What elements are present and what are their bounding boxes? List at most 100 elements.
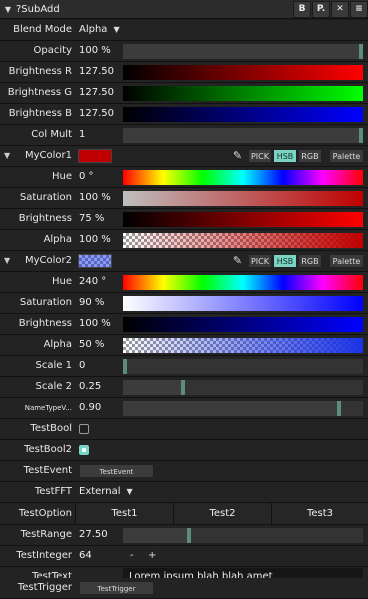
pick-mode-button[interactable]: PICK xyxy=(248,254,272,268)
close-button[interactable]: ✕ xyxy=(331,0,349,18)
test-event-row: TestEvent TestEvent xyxy=(0,461,368,482)
my-color-2-brightness-row: Brightness 100 % xyxy=(0,314,368,335)
my-color-2-label: MyColor2 xyxy=(24,255,72,266)
opacity-slider[interactable] xyxy=(123,44,363,59)
my-color-2-saturation-row: Saturation 90 % xyxy=(0,293,368,314)
scale-1-value: 0 xyxy=(79,360,86,371)
scale-1-row: Scale 1 0 xyxy=(0,356,368,377)
col-mult-value: 1 xyxy=(79,129,86,140)
brightness-g-slider[interactable] xyxy=(123,86,363,101)
test-range-value: 27.50 xyxy=(79,529,108,540)
brightness-r-slider[interactable] xyxy=(123,65,363,80)
pick-mode-button[interactable]: PICK xyxy=(248,149,272,163)
window-title: ?SubAdd xyxy=(16,3,60,15)
dropdown-arrow-icon: ▼ xyxy=(126,487,133,496)
name-type-row: NameTypeV... 0.90 xyxy=(0,398,368,419)
test-option-3[interactable]: Test3 xyxy=(271,503,368,524)
test-option-2[interactable]: Test2 xyxy=(173,503,271,524)
test-bool-label: TestBool xyxy=(30,423,72,434)
scale-2-label: Scale 2 xyxy=(35,381,72,392)
name-type-label: NameTypeV... xyxy=(24,404,72,412)
my-color-2-alpha-slider[interactable] xyxy=(123,338,363,353)
saturation-label: Saturation xyxy=(19,297,72,308)
brightness-b-slider[interactable] xyxy=(123,107,363,122)
my-color-2-brightness-slider[interactable] xyxy=(123,317,363,332)
test-integer-label: TestInteger xyxy=(16,550,72,561)
blend-mode-select[interactable]: Alpha ▼ xyxy=(79,20,120,40)
brightness-g-label: Brightness G xyxy=(7,87,72,98)
test-range-label: TestRange xyxy=(20,529,72,540)
my-color-2-swatch[interactable] xyxy=(78,254,112,268)
brightness-b-label: Brightness B xyxy=(8,108,72,119)
my-color-2-alpha-row: Alpha 50 % xyxy=(0,335,368,356)
hsb-mode-button[interactable]: HSB xyxy=(273,254,297,268)
col-mult-row: Col Mult 1 xyxy=(0,125,368,146)
title-bar: ▼ ?SubAdd B P. ✕ ≡ xyxy=(0,0,368,19)
test-trigger-label: TestTrigger xyxy=(17,582,72,593)
blend-mode-value: Alpha xyxy=(79,24,108,35)
test-bool-2-checkbox[interactable] xyxy=(79,445,89,455)
opacity-row: Opacity 100 % xyxy=(0,41,368,62)
brightness-b-row: Brightness B 127.50 xyxy=(0,104,368,125)
blend-mode-label: Blend Mode xyxy=(13,24,72,35)
increment-button[interactable]: + xyxy=(148,546,156,566)
test-integer-row: TestInteger 64 - + xyxy=(0,546,368,567)
my-color-2-hue-slider[interactable] xyxy=(123,275,363,290)
test-fft-label: TestFFT xyxy=(34,486,72,497)
test-option-1[interactable]: Test1 xyxy=(75,503,173,524)
test-range-slider[interactable] xyxy=(123,528,363,543)
palette-button[interactable]: Palette xyxy=(329,149,364,163)
my-color-1-saturation-slider[interactable] xyxy=(123,191,363,206)
my-color-1-swatch[interactable] xyxy=(78,149,112,163)
brightness-label: Brightness xyxy=(18,213,72,224)
test-integer-value: 64 xyxy=(79,550,92,561)
preset-button[interactable]: P. xyxy=(312,0,330,18)
name-type-slider[interactable] xyxy=(123,401,363,416)
menu-icon[interactable]: ≡ xyxy=(350,0,368,18)
my-color-1-saturation-row: Saturation 100 % xyxy=(0,188,368,209)
scale-1-slider[interactable] xyxy=(123,359,363,374)
test-bool-row: TestBool xyxy=(0,419,368,440)
opacity-value: 100 % xyxy=(79,45,111,56)
dropdown-arrow-icon: ▼ xyxy=(113,25,120,34)
hue-label: Hue xyxy=(51,276,72,287)
test-event-button[interactable]: TestEvent xyxy=(79,464,154,478)
test-trigger-button[interactable]: TestTrigger xyxy=(79,581,154,595)
my-color-1-alpha-slider[interactable] xyxy=(123,233,363,248)
test-range-row: TestRange 27.50 xyxy=(0,525,368,546)
my-color-1-hue-slider[interactable] xyxy=(123,170,363,185)
scale-1-label: Scale 1 xyxy=(35,360,72,371)
scale-2-slider[interactable] xyxy=(123,380,363,395)
col-mult-slider[interactable] xyxy=(123,128,363,143)
my-color-1-label: MyColor1 xyxy=(24,150,72,161)
collapse-caret-icon[interactable]: ▼ xyxy=(2,5,14,14)
eyedropper-icon[interactable]: ✎ xyxy=(231,149,244,163)
brightness-r-label: Brightness R xyxy=(8,66,72,77)
opacity-label: Opacity xyxy=(33,45,72,56)
my-color-2-saturation-slider[interactable] xyxy=(123,296,363,311)
hsb-mode-button[interactable]: HSB xyxy=(273,149,297,163)
brightness-r-row: Brightness R 127.50 xyxy=(0,62,368,83)
brightness-value: 75 % xyxy=(79,213,105,224)
test-fft-select[interactable]: External ▼ xyxy=(79,482,133,502)
rgb-mode-button[interactable]: RGB xyxy=(298,149,322,163)
decrement-button[interactable]: - xyxy=(130,546,134,566)
blend-mode-row: Blend Mode Alpha ▼ xyxy=(0,20,368,41)
test-bool-checkbox[interactable] xyxy=(79,424,89,434)
hue-value: 0 ° xyxy=(79,171,94,182)
bypass-button[interactable]: B xyxy=(293,0,311,18)
eyedropper-icon[interactable]: ✎ xyxy=(231,254,244,268)
my-color-2-hue-row: Hue 240 ° xyxy=(0,272,368,293)
hue-label: Hue xyxy=(51,171,72,182)
rgb-mode-button[interactable]: RGB xyxy=(298,254,322,268)
palette-button[interactable]: Palette xyxy=(329,254,364,268)
my-color-1-brightness-slider[interactable] xyxy=(123,212,363,227)
col-mult-label: Col Mult xyxy=(31,129,72,140)
brightness-label: Brightness xyxy=(18,318,72,329)
saturation-value: 100 % xyxy=(79,192,111,203)
alpha-value: 50 % xyxy=(79,339,105,350)
test-option-label: TestOption xyxy=(18,508,72,519)
alpha-label: Alpha xyxy=(43,234,72,245)
my-color-1-alpha-row: Alpha 100 % xyxy=(0,230,368,251)
test-event-label: TestEvent xyxy=(23,465,72,476)
